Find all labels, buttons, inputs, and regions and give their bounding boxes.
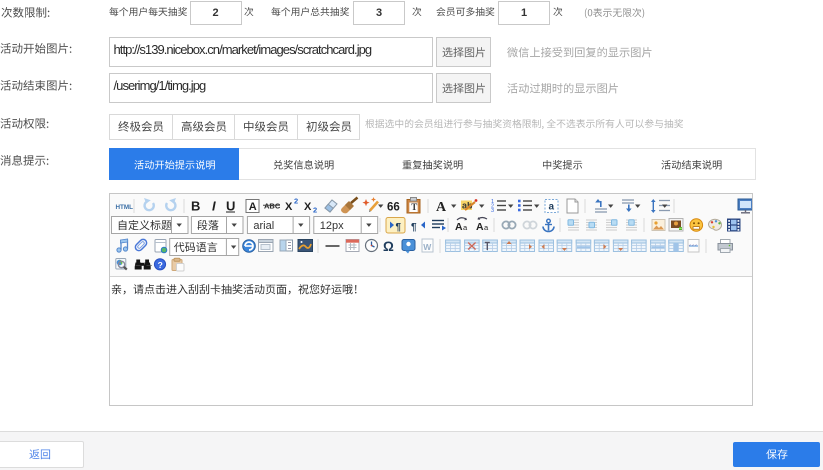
svg-text:X: X [285, 201, 293, 213]
svg-text:ABC: ABC [264, 202, 281, 211]
svg-text:A: A [249, 201, 257, 213]
svg-text:a: a [484, 223, 489, 232]
svg-text:W: W [423, 242, 432, 252]
svg-text:A: A [476, 221, 484, 233]
svg-text:X: X [304, 201, 312, 213]
svg-text:¶: ¶ [411, 222, 417, 233]
svg-text:a: a [463, 223, 468, 232]
svg-text:12px: 12px [320, 220, 344, 232]
svg-text:Ω: Ω [383, 239, 394, 254]
svg-text:2: 2 [313, 206, 317, 215]
svg-text:I: I [212, 199, 216, 214]
svg-text:B: B [191, 199, 200, 214]
svg-text:a: a [549, 202, 555, 213]
svg-text:A: A [436, 200, 447, 215]
svg-text:arial: arial [253, 220, 274, 232]
svg-text:¶: ¶ [396, 222, 402, 233]
svg-text:3: 3 [491, 208, 494, 214]
svg-text:2: 2 [294, 197, 298, 206]
svg-text:66: 66 [387, 202, 400, 214]
svg-text:T: T [411, 202, 417, 212]
svg-text:U: U [226, 199, 235, 214]
svg-text:A: A [455, 221, 463, 233]
svg-text:?: ? [158, 260, 163, 270]
svg-text:HTML: HTML [116, 204, 134, 211]
